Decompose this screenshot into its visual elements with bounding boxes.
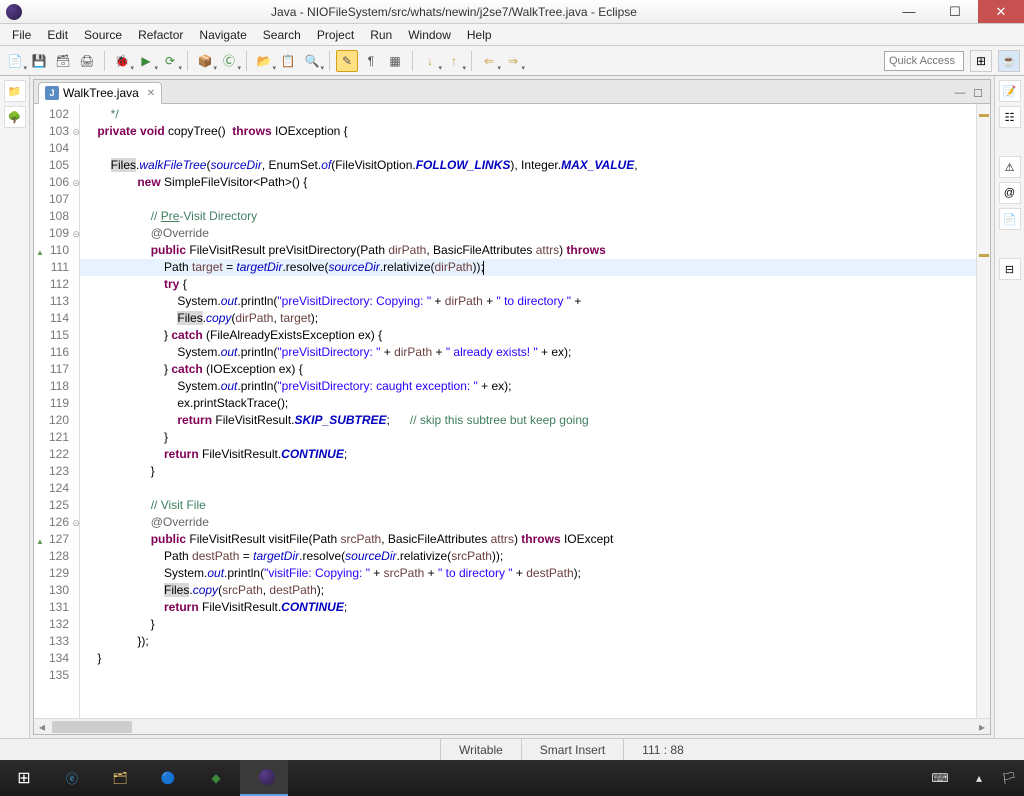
window-titlebar: Java - NIOFileSystem/src/whats/newin/j2s… [0, 0, 1024, 24]
menu-bar: File Edit Source Refactor Navigate Searc… [0, 24, 1024, 46]
open-type-button[interactable]: 📂 [253, 50, 275, 72]
menu-project[interactable]: Project [309, 25, 362, 45]
status-cursor-position: 111 : 88 [623, 739, 702, 760]
prev-annotation-button[interactable]: ↑ [443, 50, 465, 72]
line-number-gutter[interactable]: 1021031041051061071081091101111121131141… [34, 104, 80, 718]
menu-run[interactable]: Run [362, 25, 400, 45]
taskbar-eclipse-icon[interactable] [240, 760, 288, 796]
main-toolbar: 📄 💾 🗃 🖨 🐞 ▶ ⟳ 📦 Ⓒ 📂 📋 🔍 ✎ ¶ ▦ ↓ ↑ ⇐ ⇒ ⊞ … [0, 46, 1024, 76]
editor-tab-label: WalkTree.java [63, 86, 139, 100]
save-all-button[interactable]: 🗃 [52, 50, 74, 72]
menu-source[interactable]: Source [76, 25, 130, 45]
status-writable: Writable [440, 739, 521, 760]
run-button[interactable]: ▶ [135, 50, 157, 72]
window-close-button[interactable]: ✕ [978, 0, 1024, 23]
menu-edit[interactable]: Edit [39, 25, 76, 45]
new-class-button[interactable]: Ⓒ [218, 50, 240, 72]
toolbar-separator [329, 51, 330, 71]
taskbar-action-center-icon[interactable]: 🏳 [994, 760, 1024, 796]
taskbar-tray-icon[interactable]: ▴ [964, 760, 994, 796]
outline-icon[interactable]: ☷ [999, 106, 1021, 128]
java-file-icon: J [45, 86, 59, 100]
window-minimize-button[interactable]: — [886, 0, 932, 23]
toolbar-separator [471, 51, 472, 71]
open-task-button[interactable]: 📋 [277, 50, 299, 72]
taskbar-chrome-icon[interactable]: 🔵 [144, 760, 192, 796]
toolbar-separator [246, 51, 247, 71]
new-package-button[interactable]: 📦 [194, 50, 216, 72]
minimize-view-icon[interactable]: — [952, 87, 968, 103]
taskbar-app-icon[interactable]: ◆ [192, 760, 240, 796]
start-button[interactable]: ⊞ [0, 760, 48, 796]
save-button[interactable]: 💾 [28, 50, 50, 72]
declaration-icon[interactable]: 📄 [999, 208, 1021, 230]
type-hierarchy-icon[interactable]: 🌳 [4, 106, 26, 128]
workbench: 📁 🌳 J WalkTree.java ✕ — ☐ 10210310410510… [0, 76, 1024, 738]
windows-taskbar: ⊞ ⓔ 🗂 🔵 ◆ ⌨ ▴ 🏳 [0, 760, 1024, 796]
overview-ruler[interactable] [976, 104, 990, 718]
block-select-button[interactable]: ▦ [384, 50, 406, 72]
menu-refactor[interactable]: Refactor [130, 25, 191, 45]
toolbar-separator [104, 51, 105, 71]
restore-icon[interactable]: ⊟ [999, 258, 1021, 280]
maximize-view-icon[interactable]: ☐ [970, 87, 986, 103]
toggle-mark-button[interactable]: ✎ [336, 50, 358, 72]
next-annotation-button[interactable]: ↓ [419, 50, 441, 72]
horizontal-scrollbar[interactable]: ◂▸ [34, 718, 990, 734]
taskbar-keyboard-icon[interactable]: ⌨ [916, 760, 964, 796]
code-view: 1021031041051061071081091101111121131141… [34, 104, 990, 718]
print-button[interactable]: 🖨 [76, 50, 98, 72]
left-trim-bar: 📁 🌳 [0, 76, 30, 738]
task-list-icon[interactable]: 📝 [999, 80, 1021, 102]
window-maximize-button[interactable]: ☐ [932, 0, 978, 23]
taskbar-explorer-icon[interactable]: 🗂 [96, 760, 144, 796]
source-editor[interactable]: */ private void copyTree() throws IOExce… [80, 104, 976, 718]
window-title: Java - NIOFileSystem/src/whats/newin/j2s… [22, 5, 886, 19]
menu-help[interactable]: Help [459, 25, 500, 45]
status-bar: Writable Smart Insert 111 : 88 [0, 738, 1024, 760]
eclipse-icon [6, 4, 22, 20]
search-button[interactable]: 🔍 [301, 50, 323, 72]
open-perspective-button[interactable]: ⊞ [970, 50, 992, 72]
right-trim-bar: 📝 ☷ ⚠ @ 📄 ⊟ [994, 76, 1024, 738]
editor-tab-walktree[interactable]: J WalkTree.java ✕ [38, 82, 162, 104]
debug-button[interactable]: 🐞 [111, 50, 133, 72]
taskbar-ie-icon[interactable]: ⓔ [48, 760, 96, 796]
editor-area: J WalkTree.java ✕ — ☐ 102103104105106107… [33, 79, 991, 735]
java-perspective-button[interactable]: ☕ [998, 50, 1020, 72]
forward-button[interactable]: ⇒ [502, 50, 524, 72]
close-tab-icon[interactable]: ✕ [147, 88, 155, 99]
menu-navigate[interactable]: Navigate [191, 25, 254, 45]
javadoc-icon[interactable]: @ [999, 182, 1021, 204]
quick-access-input[interactable] [884, 51, 964, 71]
problems-icon[interactable]: ⚠ [999, 156, 1021, 178]
toolbar-separator [412, 51, 413, 71]
back-button[interactable]: ⇐ [478, 50, 500, 72]
new-button[interactable]: 📄 [4, 50, 26, 72]
package-explorer-icon[interactable]: 📁 [4, 80, 26, 102]
editor-tabs: J WalkTree.java ✕ — ☐ [34, 80, 990, 104]
toolbar-separator [187, 51, 188, 71]
menu-window[interactable]: Window [400, 25, 459, 45]
status-insert-mode: Smart Insert [521, 739, 623, 760]
run-last-button[interactable]: ⟳ [159, 50, 181, 72]
menu-file[interactable]: File [4, 25, 39, 45]
show-whitespace-button[interactable]: ¶ [360, 50, 382, 72]
menu-search[interactable]: Search [255, 25, 309, 45]
